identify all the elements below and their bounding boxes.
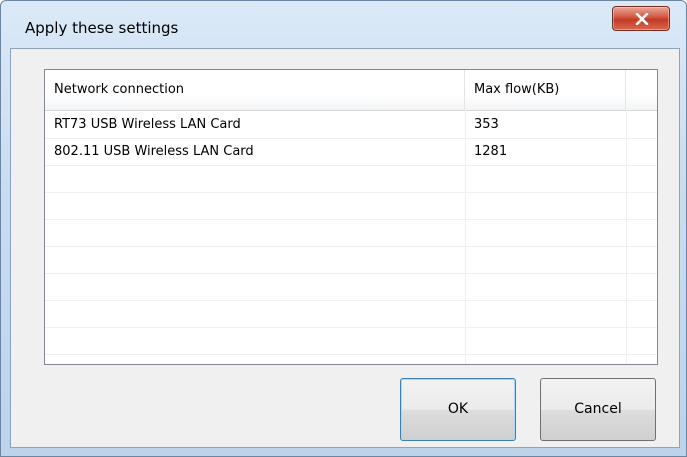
dialog-body: Network connection Max flow(KB) RT73 USB… bbox=[10, 48, 680, 448]
max-flow-cell: 1281 bbox=[474, 144, 508, 159]
close-icon bbox=[635, 13, 649, 25]
empty-row bbox=[45, 300, 657, 328]
column-header-network[interactable]: Network connection bbox=[45, 70, 465, 110]
empty-row bbox=[45, 327, 657, 355]
list-header: Network connection Max flow(KB) bbox=[45, 70, 657, 111]
empty-row bbox=[45, 165, 657, 193]
table-row[interactable]: 802.11 USB Wireless LAN Card 1281 bbox=[45, 138, 657, 166]
close-button[interactable] bbox=[612, 6, 670, 31]
empty-row bbox=[45, 219, 657, 247]
cancel-button[interactable]: Cancel bbox=[540, 378, 656, 441]
dialog-window: Apply these settings Network connection … bbox=[0, 0, 687, 457]
connections-list[interactable]: Network connection Max flow(KB) RT73 USB… bbox=[44, 69, 658, 365]
network-name-cell: 802.11 USB Wireless LAN Card bbox=[54, 144, 254, 159]
empty-row bbox=[45, 273, 657, 301]
max-flow-cell: 353 bbox=[474, 117, 499, 132]
column-header-max-flow[interactable]: Max flow(KB) bbox=[465, 70, 626, 110]
ok-button[interactable]: OK bbox=[400, 378, 516, 441]
empty-row bbox=[45, 192, 657, 220]
network-name-cell: RT73 USB Wireless LAN Card bbox=[54, 117, 241, 132]
window-title: Apply these settings bbox=[25, 19, 179, 37]
table-row[interactable]: RT73 USB Wireless LAN Card 353 bbox=[45, 111, 657, 139]
empty-row bbox=[45, 246, 657, 274]
